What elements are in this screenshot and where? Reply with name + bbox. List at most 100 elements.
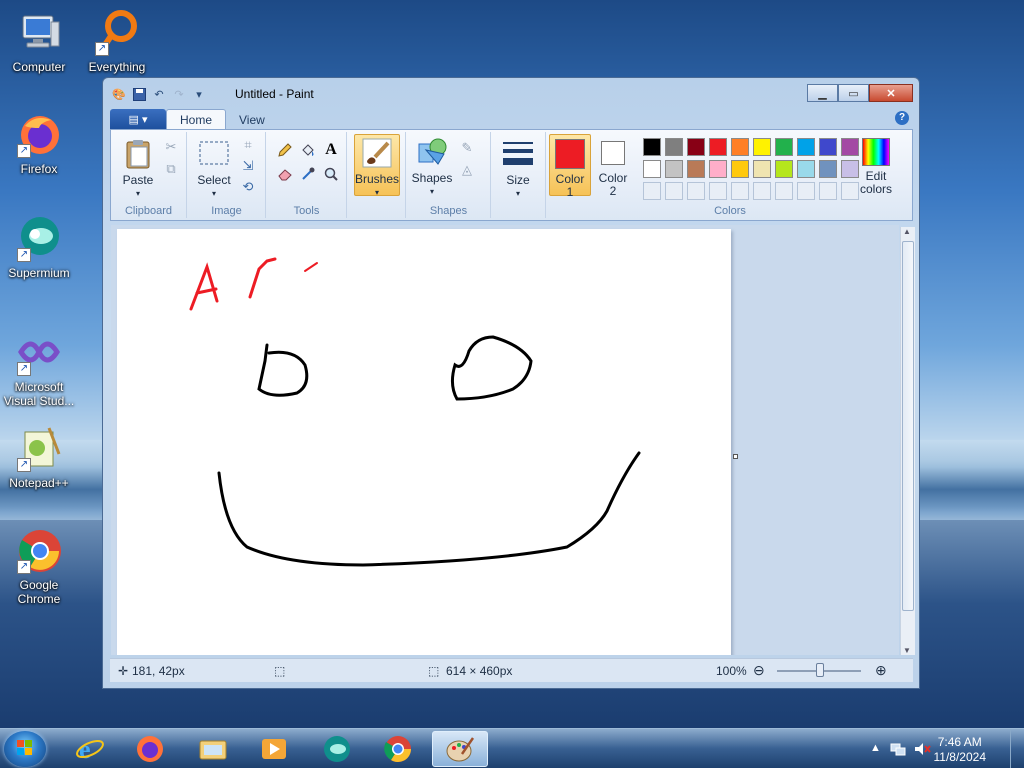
magnifier-icon[interactable] — [321, 164, 341, 184]
palette-swatch[interactable] — [731, 138, 749, 156]
shapes-button[interactable]: Shapes ▾ — [411, 136, 453, 198]
taskbar-paint[interactable] — [432, 731, 488, 767]
pencil-icon[interactable] — [275, 140, 295, 160]
desktop-icon-label: Supermium — [8, 266, 70, 280]
scroll-up-icon[interactable]: ▲ — [903, 227, 911, 236]
text-icon[interactable]: A — [321, 140, 341, 160]
palette-swatch[interactable] — [753, 160, 771, 178]
redo-icon[interactable]: ↷ — [171, 86, 187, 102]
drawing-canvas[interactable] — [117, 229, 731, 655]
taskbar-media-player[interactable] — [246, 731, 302, 767]
fill-icon[interactable] — [298, 140, 318, 160]
vertical-scrollbar[interactable]: ▲ ▼ — [900, 227, 915, 655]
zoom-out-icon[interactable]: ⊖ — [753, 662, 765, 679]
tab-view[interactable]: View — [226, 109, 278, 130]
network-icon[interactable] — [890, 742, 906, 759]
file-menu-button[interactable]: ▤ ▾ — [110, 109, 166, 130]
edit-colors-button[interactable]: Edit colors — [853, 138, 899, 196]
cut-icon[interactable]: ✂ — [161, 137, 181, 157]
canvas-resize-handle[interactable] — [733, 454, 738, 459]
custom-color-slot[interactable] — [797, 182, 815, 200]
color-picker-icon[interactable] — [298, 164, 318, 184]
palette-swatch[interactable] — [775, 160, 793, 178]
desktop-icon-supermium[interactable]: ↗ Supermium — [0, 214, 78, 280]
zoom-in-icon[interactable]: ⊕ — [875, 662, 887, 679]
desktop-icon-label: Computer — [12, 60, 66, 74]
scroll-down-icon[interactable]: ▼ — [903, 646, 911, 655]
paint-app-icon[interactable]: 🎨 — [111, 86, 127, 102]
custom-color-slot[interactable] — [753, 182, 771, 200]
volume-muted-icon[interactable] — [914, 742, 932, 759]
custom-color-slot[interactable] — [687, 182, 705, 200]
brushes-button[interactable]: Brushes ▾ — [354, 134, 400, 197]
zoom-slider-thumb[interactable] — [816, 663, 824, 677]
palette-swatch[interactable] — [665, 138, 683, 156]
shortcut-arrow-icon: ↗ — [17, 248, 31, 262]
selection-size-icon: ⬚ — [274, 664, 286, 678]
custom-color-slot[interactable] — [731, 182, 749, 200]
select-dropdown-icon: ▾ — [211, 189, 216, 198]
system-clock[interactable]: 7:46 AM 11/8/2024 — [934, 735, 987, 765]
custom-color-slot[interactable] — [819, 182, 837, 200]
show-desktop-button[interactable] — [1010, 729, 1024, 768]
taskbar-firefox[interactable] — [122, 731, 178, 767]
custom-color-slot[interactable] — [709, 182, 727, 200]
palette-swatch[interactable] — [709, 160, 727, 178]
scroll-thumb[interactable] — [902, 241, 914, 611]
select-button[interactable]: Select ▾ — [194, 138, 234, 200]
palette-swatch[interactable] — [687, 138, 705, 156]
paste-button[interactable]: Paste ▾ — [119, 138, 157, 200]
minimize-button[interactable]: ▁ — [807, 84, 838, 102]
start-button[interactable] — [4, 731, 46, 767]
desktop-icon-notepadpp[interactable]: ↗ Notepad++ — [0, 424, 78, 490]
desktop-icon-label: Firefox — [20, 162, 58, 176]
canvas-size: 614 × 460px — [446, 664, 513, 678]
palette-swatch[interactable] — [753, 138, 771, 156]
palette-swatch[interactable] — [819, 138, 837, 156]
outline-icon[interactable]: ✎ — [457, 138, 477, 158]
taskbar-chrome[interactable] — [370, 731, 426, 767]
save-icon[interactable] — [131, 86, 147, 102]
show-hidden-icons[interactable]: ▲ — [870, 742, 881, 754]
desktop-icon-everything[interactable]: ↗ Everything — [78, 8, 156, 74]
customize-qat-icon[interactable]: ▾ — [191, 86, 207, 102]
crop-icon[interactable]: ⌗ — [238, 135, 258, 155]
size-button[interactable]: Size ▾ — [498, 138, 538, 200]
palette-swatch[interactable] — [731, 160, 749, 178]
taskbar-explorer[interactable] — [185, 731, 241, 767]
taskbar-ie[interactable]: e — [62, 731, 118, 767]
maximize-button[interactable]: ▭ — [838, 84, 869, 102]
clock-time: 7:46 AM — [937, 735, 982, 749]
palette-swatch[interactable] — [665, 160, 683, 178]
copy-icon[interactable]: ⧉ — [161, 159, 181, 179]
desktop-icon-chrome[interactable]: ↗ Google Chrome — [0, 526, 78, 606]
palette-swatch[interactable] — [775, 138, 793, 156]
taskbar-supermium[interactable] — [309, 731, 365, 767]
help-icon[interactable]: ? — [895, 111, 909, 125]
desktop-icon-visual-studio[interactable]: ↗ Microsoft Visual Stud... — [0, 328, 78, 408]
rotate-icon[interactable]: ⟲ — [238, 177, 258, 197]
shape-fill-icon[interactable]: ◬ — [457, 160, 477, 180]
palette-swatch[interactable] — [687, 160, 705, 178]
desktop-icon-computer[interactable]: Computer — [0, 8, 78, 74]
eraser-icon[interactable] — [275, 164, 295, 184]
color1-button[interactable]: Color 1 — [549, 134, 591, 199]
tab-home[interactable]: Home — [166, 109, 227, 130]
edit-colors-icon — [862, 138, 890, 166]
close-button[interactable]: ✕ — [869, 84, 913, 102]
taskbar: e ▲ 7:46 AM 11/8/2024 — [0, 728, 1024, 768]
custom-color-slot[interactable] — [643, 182, 661, 200]
palette-swatch[interactable] — [819, 160, 837, 178]
resize-icon[interactable]: ⇲ — [238, 156, 258, 176]
palette-swatch[interactable] — [643, 160, 661, 178]
custom-color-slot[interactable] — [775, 182, 793, 200]
palette-swatch[interactable] — [643, 138, 661, 156]
custom-color-slot[interactable] — [665, 182, 683, 200]
chrome-icon: ↗ — [15, 526, 63, 574]
undo-icon[interactable]: ↶ — [151, 86, 167, 102]
palette-swatch[interactable] — [709, 138, 727, 156]
color2-button[interactable]: Color 2 — [593, 138, 633, 198]
palette-swatch[interactable] — [797, 160, 815, 178]
palette-swatch[interactable] — [797, 138, 815, 156]
desktop-icon-firefox[interactable]: ↗ Firefox — [0, 110, 78, 176]
